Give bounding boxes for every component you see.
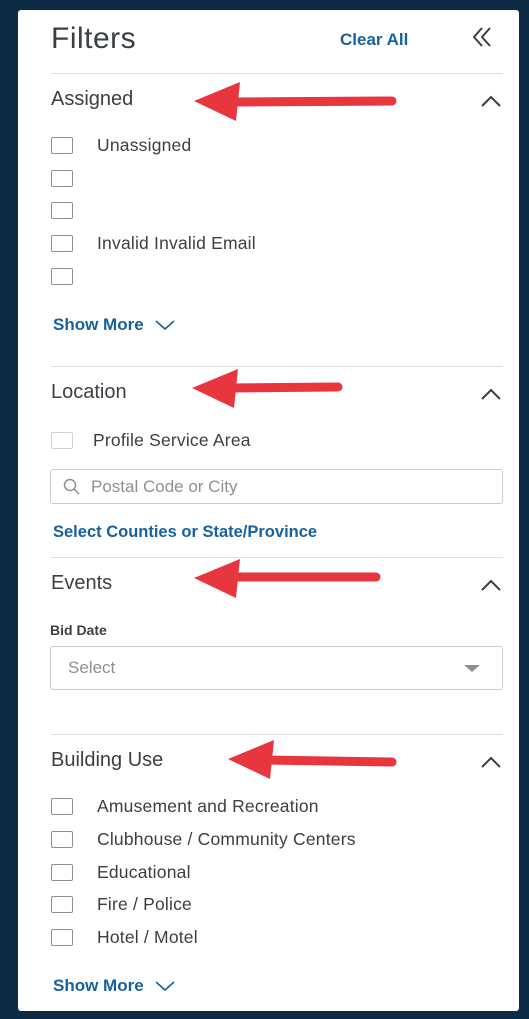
section-title-building-use: Building Use — [51, 749, 164, 771]
checkbox-label: Clubhouse / Community Centers — [97, 828, 356, 849]
select-value: Select — [68, 658, 116, 677]
divider — [51, 734, 503, 735]
chevron-up-icon[interactable] — [479, 92, 503, 110]
checkbox[interactable] — [51, 863, 73, 881]
chevron-down-icon — [155, 981, 175, 992]
divider — [51, 557, 503, 558]
checkbox-label: Fire / Police — [97, 893, 192, 914]
checkbox-label: Profile Service Area — [93, 429, 251, 450]
section-title-location: Location — [51, 381, 127, 403]
checkbox-label: Amusement and Recreation — [97, 795, 319, 816]
checkbox-row-profile-service-area[interactable]: Profile Service Area — [51, 428, 251, 452]
postal-code-search-field[interactable] — [50, 469, 503, 504]
show-more-label: Show More — [53, 976, 144, 995]
chevron-up-icon[interactable] — [479, 576, 503, 594]
checkbox[interactable] — [51, 928, 73, 946]
clear-all-button[interactable]: Clear All — [340, 30, 408, 50]
checkbox[interactable] — [51, 797, 73, 815]
checkbox-row-hotel-motel[interactable]: Hotel / Motel — [51, 925, 198, 949]
divider — [51, 73, 503, 74]
checkbox-row-empty-1[interactable] — [51, 166, 97, 190]
checkbox-label: Hotel / Motel — [97, 926, 198, 947]
checkbox[interactable] — [51, 169, 73, 187]
checkbox-row-clubhouse[interactable]: Clubhouse / Community Centers — [51, 827, 356, 851]
checkbox[interactable] — [51, 267, 73, 285]
checkbox-label: Educational — [97, 861, 191, 882]
checkbox-label: Invalid Invalid Email — [97, 232, 256, 253]
checkbox-row-educational[interactable]: Educational — [51, 860, 191, 884]
checkbox-row-amusement[interactable]: Amusement and Recreation — [51, 794, 319, 818]
show-more-building-use-button[interactable]: Show More — [53, 976, 176, 996]
filters-title: Filters — [51, 22, 137, 55]
section-title-events: Events — [51, 572, 113, 594]
chevron-up-icon[interactable] — [479, 753, 503, 771]
checkbox-row-empty-3[interactable] — [51, 264, 97, 288]
checkbox[interactable] — [51, 136, 73, 154]
checkbox-label: Unassigned — [97, 134, 192, 155]
section-title-assigned: Assigned — [51, 88, 134, 110]
checkbox[interactable] — [51, 234, 73, 252]
checkbox[interactable] — [51, 895, 73, 913]
show-more-label: Show More — [53, 315, 144, 334]
checkbox[interactable] — [51, 201, 73, 219]
collapse-panel-icon[interactable] — [469, 24, 495, 50]
caret-down-icon — [464, 665, 480, 672]
bid-date-label: Bid Date — [50, 622, 107, 638]
postal-code-search-input[interactable] — [91, 476, 471, 497]
checkbox-row-fire-police[interactable]: Fire / Police — [51, 892, 192, 916]
divider — [51, 366, 503, 367]
checkbox-row-empty-2[interactable] — [51, 198, 97, 222]
show-more-assigned-button[interactable]: Show More — [53, 315, 176, 335]
checkbox-row-unassigned[interactable]: Unassigned — [51, 133, 191, 157]
checkbox-row-invalid-email[interactable]: Invalid Invalid Email — [51, 231, 256, 255]
select-counties-link[interactable]: Select Counties or State/Province — [53, 523, 317, 542]
bid-date-select[interactable]: Select — [50, 646, 503, 690]
checkbox[interactable] — [51, 431, 73, 449]
filters-panel: Filters Clear All Assigned Unassigned In… — [18, 10, 519, 1011]
chevron-down-icon — [155, 320, 175, 331]
search-icon — [63, 478, 80, 495]
checkbox[interactable] — [51, 830, 73, 848]
chevron-up-icon[interactable] — [479, 385, 503, 403]
